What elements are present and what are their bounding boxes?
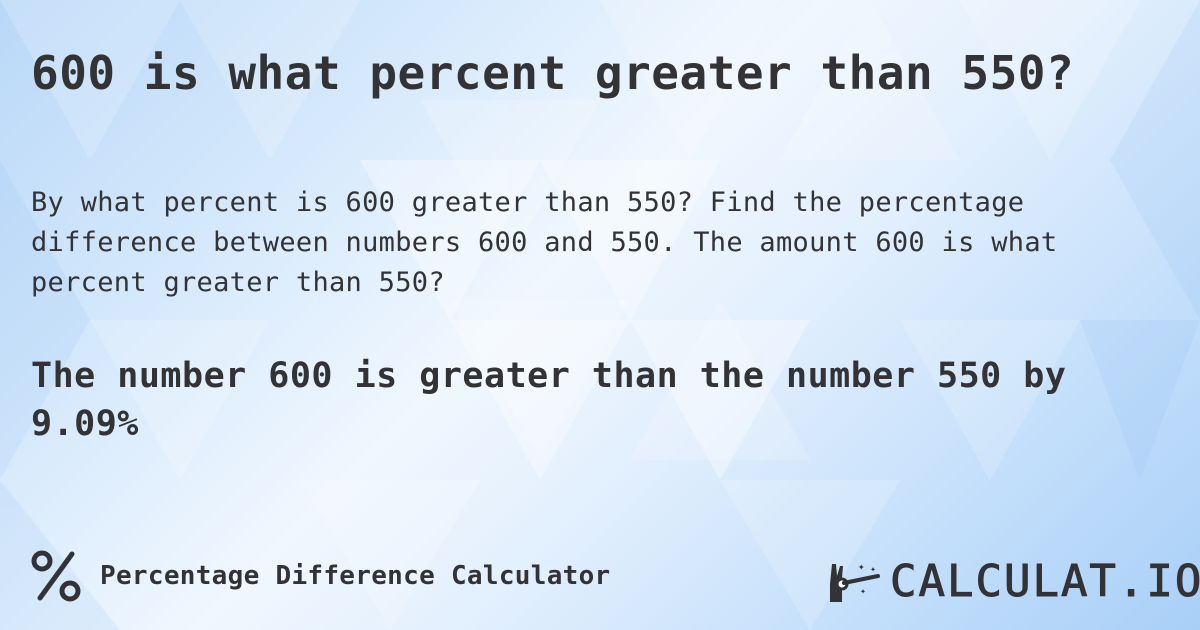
svg-text:✦: ✦: [860, 586, 866, 597]
brand-name: CALCULAT.IO: [889, 556, 1200, 608]
page-title: 600 is what percent greater than 550?: [31, 46, 1075, 100]
calculator-label: Percentage Difference Calculator: [30, 550, 611, 602]
question-description: By what percent is 600 greater than 550?…: [31, 187, 1058, 298]
calculator-name: Percentage Difference Calculator: [100, 561, 611, 591]
answer-statement: The number 600 is greater than the numbe…: [31, 356, 1067, 444]
svg-text:✦: ✦: [870, 564, 876, 575]
brand-logo[interactable]: ✦ ✦ ✦ CALCULAT.IO: [828, 556, 1200, 608]
magic-wand-hand-icon: ✦ ✦ ✦: [830, 560, 880, 602]
svg-text:✦: ✦: [858, 560, 865, 573]
percent-icon: [31, 550, 81, 602]
